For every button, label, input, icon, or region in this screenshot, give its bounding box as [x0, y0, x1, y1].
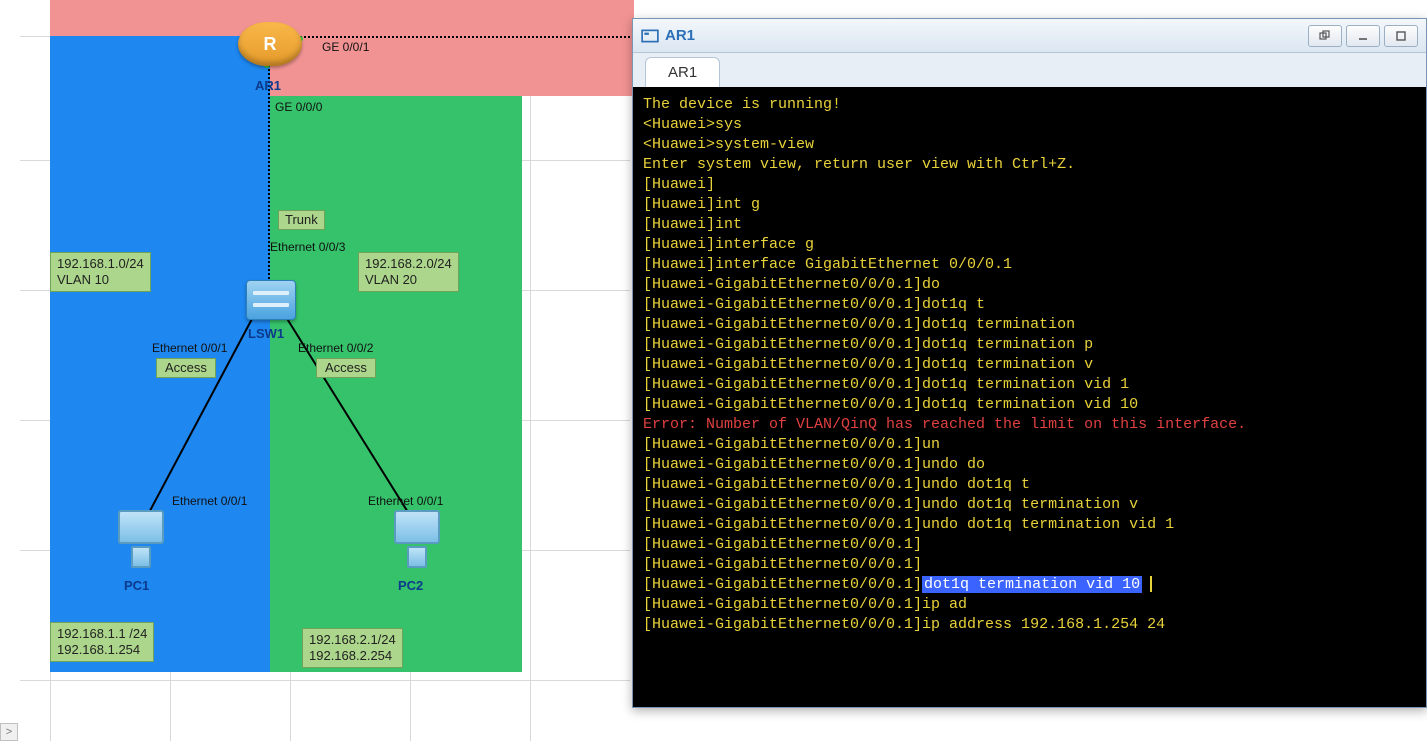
terminal-line: [Huawei-GigabitEthernet0/0/0.1]dot1q ter… — [643, 315, 1416, 335]
scroll-corner-icon[interactable]: > — [0, 723, 18, 741]
port-ge001: GE 0/0/1 — [322, 40, 369, 54]
terminal-line: [Huawei-GigabitEthernet0/0/0.1] — [643, 555, 1416, 575]
terminal-cursor — [1150, 576, 1152, 592]
device-pc2[interactable] — [388, 510, 446, 574]
device-router-ar1[interactable]: R — [238, 22, 302, 66]
restore-group-button[interactable] — [1308, 25, 1342, 47]
terminal-line: [Huawei-GigabitEthernet0/0/0.1]dot1q ter… — [643, 395, 1416, 415]
tab-ar1[interactable]: AR1 — [645, 57, 720, 87]
port-ge000: GE 0/0/0 — [275, 100, 322, 114]
terminal-line: [Huawei]interface g — [643, 235, 1416, 255]
topology-canvas[interactable]: R AR1 LSW1 PC1 PC2 GE 0/0/1 GE 0/0/0 Tru… — [20, 0, 630, 741]
terminal-line: <Huawei>system-view — [643, 135, 1416, 155]
device-pc1[interactable] — [112, 510, 170, 574]
terminal-line: Error: Number of VLAN/QinQ has reached t… — [643, 415, 1416, 435]
zone-green — [270, 96, 522, 672]
minimize-button[interactable] — [1346, 25, 1380, 47]
terminal-line: [Huawei]int g — [643, 195, 1416, 215]
info-vlan10: 192.168.1.0/24 VLAN 10 — [50, 252, 151, 292]
terminal-output[interactable]: The device is running!<Huawei>sys<Huawei… — [633, 87, 1426, 707]
info-pc1: 192.168.1.1 /24 192.168.1.254 — [50, 622, 154, 662]
tabbar: AR1 — [633, 53, 1426, 87]
label-pc2: PC2 — [398, 578, 423, 593]
label-access-left: Access — [156, 358, 216, 378]
terminal-line: [Huawei-GigabitEthernet0/0/0.1]un — [643, 435, 1416, 455]
grid-line — [20, 680, 630, 681]
port-eth002-lsw1: Ethernet 0/0/2 — [298, 341, 373, 355]
terminal-line: [Huawei-GigabitEthernet0/0/0.1]ip ad — [643, 595, 1416, 615]
terminal-window[interactable]: AR1 AR1 The device is running!<Huawei>sy… — [632, 18, 1427, 708]
grid-line — [530, 0, 531, 741]
terminal-line: <Huawei>sys — [643, 115, 1416, 135]
label-lsw1: LSW1 — [248, 326, 284, 341]
label-trunk: Trunk — [278, 210, 325, 230]
terminal-line: [Huawei-GigabitEthernet0/0/0.1]dot1q t — [643, 295, 1416, 315]
label-access-right: Access — [316, 358, 376, 378]
app-icon — [641, 27, 659, 45]
terminal-line: [Huawei-GigabitEthernet0/0/0.1]dot1q ter… — [643, 335, 1416, 355]
terminal-line: [Huawei-GigabitEthernet0/0/0.1]dot1q ter… — [643, 575, 1416, 595]
terminal-line: [Huawei-GigabitEthernet0/0/0.1] — [643, 535, 1416, 555]
info-pc2: 192.168.2.1/24 192.168.2.254 — [302, 628, 403, 668]
terminal-line: The device is running! — [643, 95, 1416, 115]
tab-label: AR1 — [668, 64, 697, 81]
terminal-line: [Huawei-GigabitEthernet0/0/0.1]undo dot1… — [643, 515, 1416, 535]
router-letter: R — [264, 34, 277, 55]
port-eth003: Ethernet 0/0/3 — [270, 240, 345, 254]
port-eth001-pc1: Ethernet 0/0/1 — [172, 494, 247, 508]
terminal-line: [Huawei]interface GigabitEthernet 0/0/0.… — [643, 255, 1416, 275]
port-eth001-pc2: Ethernet 0/0/1 — [368, 494, 443, 508]
terminal-line: [Huawei-GigabitEthernet0/0/0.1]do — [643, 275, 1416, 295]
terminal-line: [Huawei-GigabitEthernet0/0/0.1]dot1q ter… — [643, 375, 1416, 395]
terminal-line: [Huawei] — [643, 175, 1416, 195]
label-pc1: PC1 — [124, 578, 149, 593]
link-ar1-ge001[interactable] — [300, 36, 634, 38]
terminal-selection: dot1q termination vid 10 — [922, 576, 1142, 593]
terminal-line: [Huawei-GigabitEthernet0/0/0.1]ip addres… — [643, 615, 1416, 635]
terminal-line: [Huawei-GigabitEthernet0/0/0.1]undo do — [643, 455, 1416, 475]
terminal-line: [Huawei-GigabitEthernet0/0/0.1]undo dot1… — [643, 475, 1416, 495]
terminal-line: [Huawei-GigabitEthernet0/0/0.1]dot1q ter… — [643, 355, 1416, 375]
label-ar1: AR1 — [255, 78, 281, 93]
maximize-button[interactable] — [1384, 25, 1418, 47]
port-eth001-lsw1: Ethernet 0/0/1 — [152, 341, 227, 355]
info-vlan20: 192.168.2.0/24 VLAN 20 — [358, 252, 459, 292]
terminal-line: [Huawei]int — [643, 215, 1416, 235]
window-title: AR1 — [665, 27, 1304, 44]
terminal-line: [Huawei-GigabitEthernet0/0/0.1]undo dot1… — [643, 495, 1416, 515]
terminal-line: Enter system view, return user view with… — [643, 155, 1416, 175]
titlebar[interactable]: AR1 — [633, 19, 1426, 53]
device-switch-lsw1[interactable] — [246, 280, 296, 320]
